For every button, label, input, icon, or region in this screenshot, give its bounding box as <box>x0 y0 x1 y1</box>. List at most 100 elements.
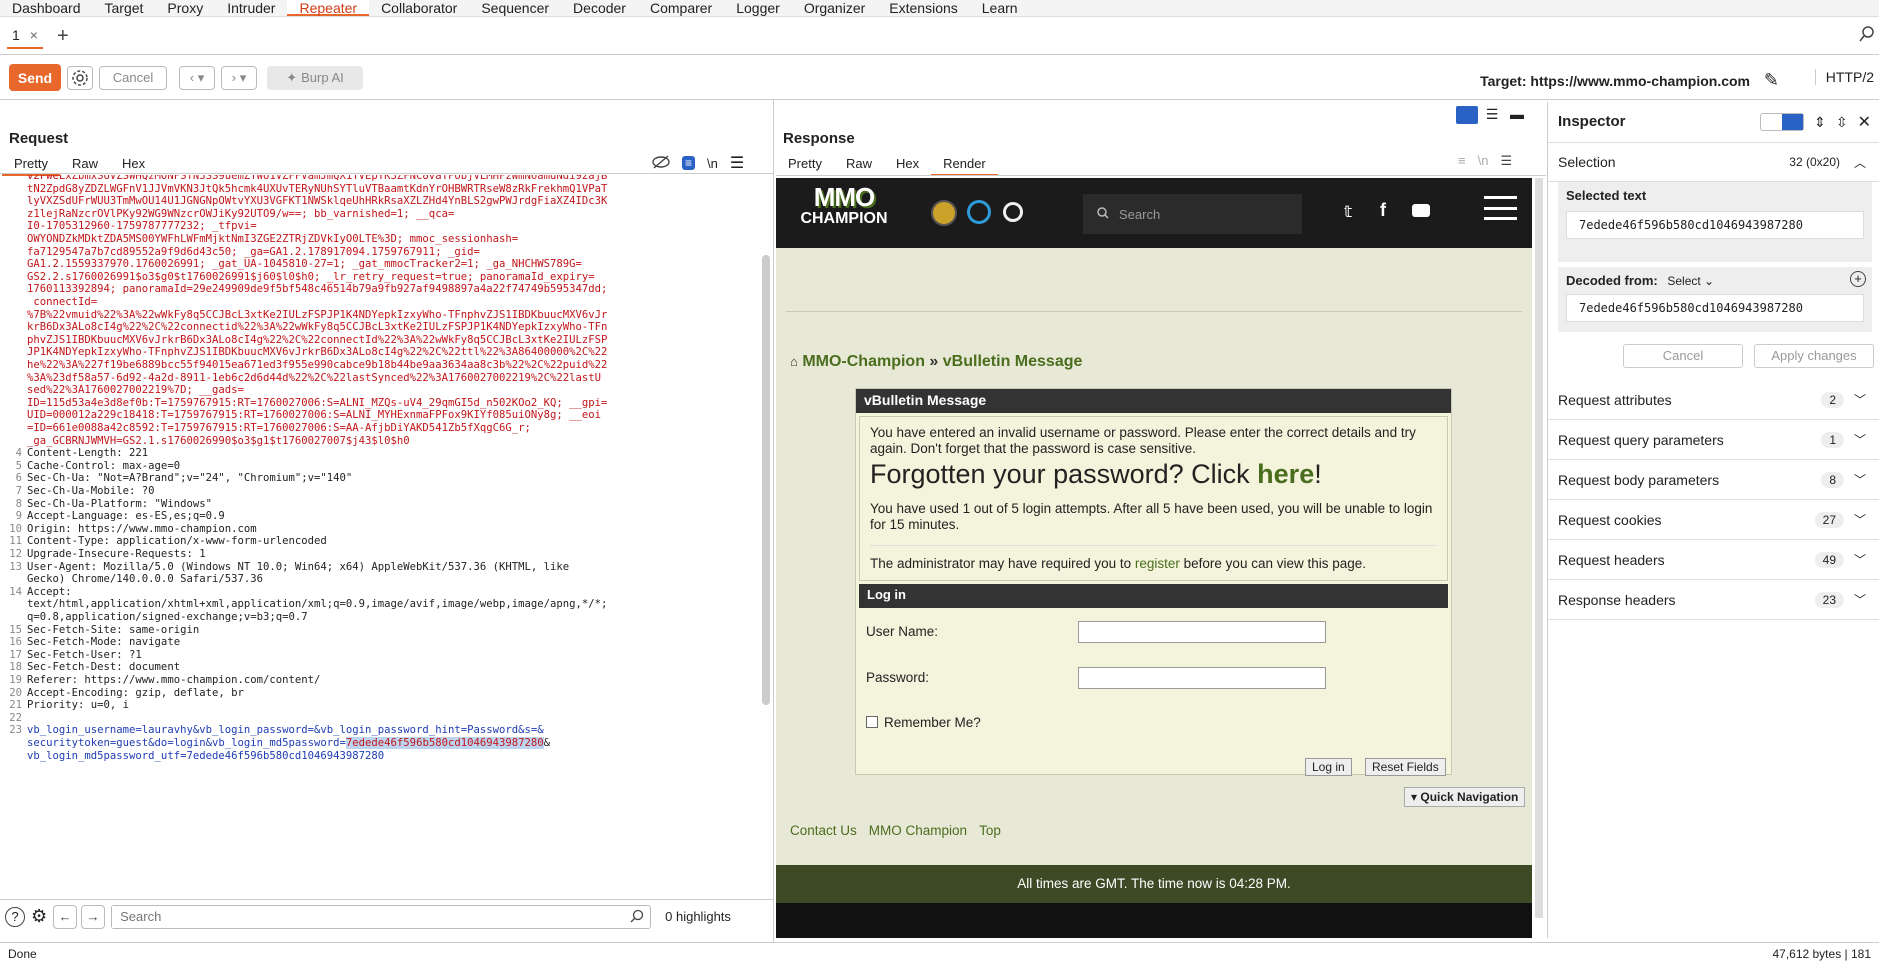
site-search[interactable]: Search <box>1083 194 1302 234</box>
selection-row[interactable]: Selection 32 (0x20) ︿ <box>1548 142 1879 182</box>
inspector-row-count: 49 <box>1814 551 1844 568</box>
collapse-icon[interactable]: ⇳ <box>1836 114 1848 131</box>
line-token: User-Agent: Mozilla/5.0 (Windows NT 10.0… <box>27 560 570 573</box>
inspector-cancel-button[interactable]: Cancel <box>1623 344 1743 368</box>
inspector-row-request-attributes[interactable]: Request attributes 2 ﹀ <box>1548 380 1879 420</box>
wrap-lines-icon[interactable]: ≡ <box>1458 153 1466 169</box>
http-version[interactable]: HTTP/2 <box>1814 69 1874 85</box>
decoded-text-value[interactable]: 7edede46f596b580cd1046943987280 <box>1566 294 1864 322</box>
view-tab-raw[interactable]: Raw <box>834 154 884 176</box>
menu-icon[interactable]: ☰ <box>1500 153 1512 169</box>
repeater-tab-bar: 1 × + <box>0 18 1879 55</box>
view-tab-render[interactable]: Render <box>931 154 998 176</box>
line-token: sed%22%3A1760027002219%7D; __gads= <box>27 384 244 397</box>
username-input[interactable] <box>1078 621 1326 643</box>
apply-changes-button[interactable]: Apply changes <box>1754 344 1874 368</box>
nav-tab-organizer[interactable]: Organizer <box>792 0 877 16</box>
decoder-select[interactable]: Select ⌄ <box>1667 274 1714 288</box>
nav-tab-collaborator[interactable]: Collaborator <box>369 0 469 16</box>
edit-pencil-icon[interactable]: ✎ <box>1764 70 1779 90</box>
inspector-row-label: Response headers <box>1558 591 1676 608</box>
view-tab-pretty[interactable]: Pretty <box>776 154 834 176</box>
twitter-icon[interactable]: 𝕥 <box>1344 202 1352 222</box>
history-back-icon[interactable]: ‹ ▾ <box>179 65 215 90</box>
login-button[interactable]: Log in <box>1305 758 1352 776</box>
layout-single-icon[interactable]: ▬ <box>1506 106 1528 124</box>
menu-icon[interactable]: ☰ <box>730 153 744 173</box>
repeater-tab[interactable]: 1 × <box>7 23 43 49</box>
add-tab-icon[interactable]: + <box>57 25 69 48</box>
close-icon[interactable]: ✕ <box>1858 112 1871 132</box>
footer-link[interactable]: MMO Champion <box>869 823 967 838</box>
expand-icon[interactable]: ⇕ <box>1814 114 1826 131</box>
settings-gear-icon[interactable] <box>67 65 93 90</box>
nav-tab-learn[interactable]: Learn <box>970 0 1030 16</box>
line-number: 22 <box>9 711 22 724</box>
search-icon[interactable] <box>1859 26 1875 45</box>
inspector-row-request-body-parameters[interactable]: Request body parameters 8 ﹀ <box>1548 460 1879 500</box>
editor-line: securitytoken=guest&do=login&vb_login_md… <box>0 737 773 750</box>
youtube-icon[interactable] <box>1412 204 1430 217</box>
line-token: he%22%3A%227f19be6889bcc55f94015ea671ed3… <box>27 359 608 371</box>
nav-tab-comparer[interactable]: Comparer <box>638 0 724 16</box>
password-input[interactable] <box>1078 667 1326 689</box>
inspector-row-request-cookies[interactable]: Request cookies 27 ﹀ <box>1548 500 1879 540</box>
search-settings-gear-icon[interactable]: ⚙ <box>31 906 47 927</box>
newline-toggle[interactable]: \n <box>707 156 718 171</box>
home-icon[interactable]: ⌂ <box>790 354 798 369</box>
hamburger-menu-icon[interactable] <box>1484 196 1517 220</box>
nav-tab-proxy[interactable]: Proxy <box>155 0 215 16</box>
nav-tab-dashboard[interactable]: Dashboard <box>0 0 93 16</box>
footer-link[interactable]: Top <box>979 823 1001 838</box>
inspector-layout-icon[interactable] <box>1760 113 1805 131</box>
close-icon[interactable]: × <box>30 27 38 43</box>
facebook-icon[interactable]: f <box>1380 200 1386 221</box>
add-decoder-icon[interactable]: + <box>1850 271 1866 287</box>
send-button[interactable]: Send <box>9 64 61 91</box>
search-next-icon[interactable]: → <box>81 904 106 929</box>
selected-text-value[interactable]: 7edede46f596b580cd1046943987280 <box>1566 211 1864 239</box>
forgot-here-link[interactable]: here <box>1257 459 1314 489</box>
burp-ai-button[interactable]: ✦ Burp AI <box>267 65 363 90</box>
request-editor[interactable]: v2FweLxZbmxSUVZSWHQzMONFSTN5SS9uemZYWU1V… <box>0 175 773 889</box>
search-prev-icon[interactable]: ← <box>53 904 78 929</box>
nav-tab-target[interactable]: Target <box>93 0 156 16</box>
view-tab-hex[interactable]: Hex <box>884 154 931 176</box>
quick-navigation-button[interactable]: ▾ Quick Navigation <box>1404 787 1526 807</box>
nav-tab-logger[interactable]: Logger <box>724 0 792 16</box>
inspector-row-request-headers[interactable]: Request headers 49 ﹀ <box>1548 540 1879 580</box>
heroes-icon[interactable] <box>967 200 991 224</box>
remember-checkbox[interactable] <box>866 716 878 728</box>
breadcrumb-home[interactable]: MMO-Champion <box>802 353 925 370</box>
sparkle-icon: ✦ <box>286 69 298 85</box>
history-forward-icon[interactable]: › ▾ <box>221 65 257 90</box>
register-link[interactable]: register <box>1135 556 1180 571</box>
inspector-row-response-headers[interactable]: Response headers 23 ﹀ <box>1548 580 1879 620</box>
response-scrollbar[interactable] <box>1535 178 1543 918</box>
request-scrollbar[interactable] <box>762 255 770 705</box>
overwatch-icon[interactable] <box>1003 202 1023 222</box>
cancel-button[interactable]: Cancel <box>99 65 167 90</box>
newline-icon[interactable]: \n <box>1478 153 1489 169</box>
admin-text-a: The administrator may have required you … <box>870 556 1135 571</box>
inspector-row-request-query-parameters[interactable]: Request query parameters 1 ﹀ <box>1548 420 1879 460</box>
search-input[interactable] <box>112 905 613 928</box>
main-nav: Dashboard Target Proxy Intruder Repeater Coll… <box>0 0 1879 17</box>
site-logo[interactable]: MMO CHAMPION <box>794 184 894 242</box>
nav-tab-extensions[interactable]: Extensions <box>877 0 969 16</box>
wrap-lines-icon[interactable]: ≡ <box>682 156 696 170</box>
wow-icon[interactable] <box>931 200 957 226</box>
help-icon[interactable]: ? <box>5 906 25 927</box>
footer-link[interactable]: Contact Us <box>790 823 857 838</box>
layout-split-icon[interactable] <box>1456 106 1478 124</box>
nav-tab-sequencer[interactable]: Sequencer <box>469 0 561 16</box>
nav-tab-repeater[interactable]: Repeater <box>287 0 370 16</box>
layout-rows-icon[interactable]: ☰ <box>1481 106 1503 124</box>
nav-tab-decoder[interactable]: Decoder <box>561 0 638 16</box>
nav-tab-intruder[interactable]: Intruder <box>215 0 287 16</box>
target-display: Target: https://www.mmo-champion.com ✎ <box>1480 70 1779 91</box>
reset-fields-button[interactable]: Reset Fields <box>1365 758 1446 776</box>
hide-eye-icon[interactable] <box>652 154 670 172</box>
line-text: Sec-Fetch-Mode: navigate <box>27 636 180 649</box>
editor-line: 23 vb_login_username=lauravhy&vb_login_pa… <box>0 724 773 737</box>
